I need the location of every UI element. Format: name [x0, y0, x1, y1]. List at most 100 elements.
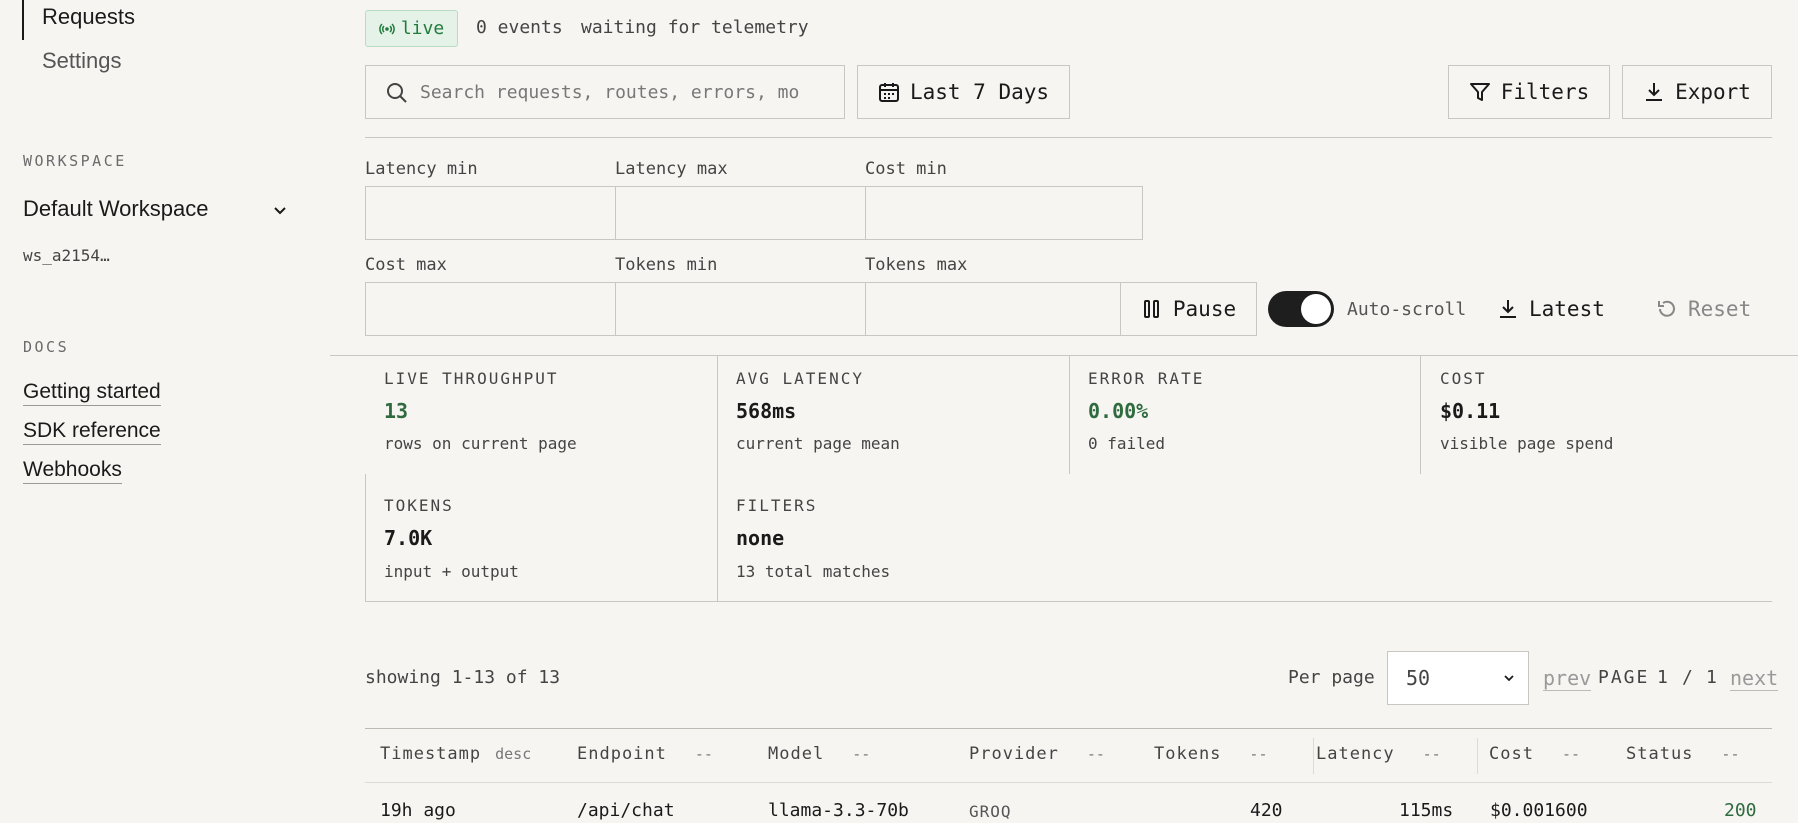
per-page-label: Per page	[1288, 667, 1375, 688]
broadcast-icon	[378, 22, 395, 35]
latency-min-label: Latency min	[365, 159, 478, 179]
filters-button[interactable]: Filters	[1448, 65, 1610, 119]
autoscroll-toggle[interactable]	[1268, 291, 1334, 327]
stat-throughput-sub: rows on current page	[384, 434, 577, 453]
pause-label: Pause	[1172, 297, 1237, 321]
stat-latency-value: 568ms	[736, 399, 797, 423]
sort-indicator: --	[1721, 745, 1740, 763]
stat-tokens-label: TOKENS	[384, 496, 454, 515]
cell-provider: GROQ	[969, 802, 1012, 821]
search-box[interactable]	[365, 65, 845, 119]
autoscroll-label: Auto-scroll	[1347, 299, 1467, 320]
stats-divider	[717, 356, 718, 601]
stats-divider	[1069, 356, 1070, 474]
column-label: Timestamp	[380, 744, 482, 764]
live-badge: live	[365, 10, 458, 47]
column-divider	[1477, 738, 1478, 774]
search-input[interactable]	[420, 81, 800, 103]
stat-error-label: ERROR RATE	[1088, 369, 1205, 388]
stat-tokens-sub: input + output	[384, 562, 519, 581]
per-page-select[interactable]: 50	[1387, 651, 1529, 705]
stat-cost-sub: visible page spend	[1440, 434, 1614, 453]
export-button[interactable]: Export	[1622, 65, 1772, 119]
column-header-timestamp[interactable]: Timestamp desc	[380, 744, 531, 764]
stat-filters-label: FILTERS	[736, 496, 818, 515]
date-range-label: Last 7 Days	[909, 80, 1050, 104]
reset-label: Reset	[1688, 297, 1752, 321]
prev-page-link[interactable]: prev	[1543, 666, 1592, 691]
latency-max-input[interactable]	[615, 186, 866, 240]
docs-link-sdk-reference[interactable]: SDK reference	[23, 419, 161, 445]
docs-link-getting-started[interactable]: Getting started	[23, 380, 161, 406]
column-label: Status	[1626, 744, 1694, 764]
column-header-cost[interactable]: Cost --	[1489, 744, 1580, 764]
tokens-max-label: Tokens max	[865, 255, 968, 275]
sort-indicator: --	[852, 745, 871, 763]
stat-tokens-value: 7.0K	[384, 526, 433, 550]
cost-min-input[interactable]	[865, 186, 1143, 240]
next-page-link[interactable]: next	[1730, 666, 1779, 691]
column-header-tokens[interactable]: Tokens --	[1154, 744, 1267, 764]
table-top-divider	[365, 728, 1772, 729]
chevron-down-icon[interactable]	[272, 202, 288, 218]
reset-button[interactable]: Reset	[1656, 297, 1751, 321]
sort-indicator: --	[694, 745, 713, 763]
pause-icon	[1143, 300, 1159, 318]
column-header-model[interactable]: Model --	[768, 744, 870, 764]
events-count: 0 events	[476, 17, 563, 38]
column-header-endpoint[interactable]: Endpoint --	[577, 744, 713, 764]
cost-max-label: Cost max	[365, 255, 447, 275]
cell-status: 200	[1724, 800, 1757, 821]
column-header-status[interactable]: Status --	[1626, 744, 1739, 764]
cell-tokens: 420	[1250, 800, 1283, 821]
calendar-icon	[878, 83, 899, 102]
column-label: Tokens	[1154, 744, 1222, 764]
toggle-knob	[1301, 294, 1331, 324]
stat-latency-sub: current page mean	[736, 434, 900, 453]
live-label: live	[400, 18, 445, 39]
page-total: 1	[1706, 667, 1717, 688]
latest-button[interactable]: Latest	[1497, 297, 1605, 321]
search-icon	[387, 83, 407, 103]
page-separator: /	[1682, 667, 1693, 688]
stats-bottom-divider	[365, 601, 1772, 602]
sort-indicator: --	[1249, 745, 1268, 763]
stat-cost-label: COST	[1440, 369, 1487, 388]
reset-icon	[1658, 300, 1675, 317]
latency-min-input[interactable]	[365, 186, 616, 240]
workspace-id: ws_a2154…	[23, 246, 110, 265]
toolbar-divider	[365, 137, 1772, 138]
sidebar-item-settings[interactable]: Settings	[42, 48, 122, 74]
stats-divider	[1420, 356, 1421, 474]
filters-label: Filters	[1500, 80, 1590, 104]
workspace-heading: WORKSPACE	[23, 152, 127, 170]
cell-timestamp: 19h ago	[380, 800, 456, 821]
stat-cost-value: $0.11	[1440, 399, 1501, 423]
docs-link-webhooks[interactable]: Webhooks	[23, 458, 122, 484]
column-label: Provider	[969, 744, 1059, 764]
stats-top-divider	[330, 355, 1798, 356]
tokens-min-input[interactable]	[615, 282, 866, 336]
cost-max-input[interactable]	[365, 282, 616, 336]
workspace-selector[interactable]: Default Workspace	[23, 196, 208, 222]
stat-error-sub: 0 failed	[1088, 434, 1166, 453]
stat-latency-label: AVG LATENCY	[736, 369, 864, 388]
telemetry-status: waiting for telemetry	[581, 17, 809, 38]
download-icon	[1500, 300, 1516, 318]
column-header-provider[interactable]: Provider --	[969, 744, 1105, 764]
latency-max-label: Latency max	[615, 159, 728, 179]
sidebar-item-requests[interactable]: Requests	[22, 0, 135, 40]
tokens-max-input[interactable]	[865, 282, 1121, 336]
date-range-button[interactable]: Last 7 Days	[857, 65, 1070, 119]
sort-indicator: desc	[495, 745, 532, 763]
column-label: Endpoint	[577, 744, 667, 764]
cost-min-label: Cost min	[865, 159, 947, 179]
latest-label: Latest	[1529, 297, 1605, 321]
tokens-min-label: Tokens min	[615, 255, 718, 275]
column-header-latency[interactable]: Latency --	[1316, 744, 1441, 764]
column-divider	[1313, 738, 1314, 774]
page-current: 1	[1657, 667, 1668, 688]
stat-throughput-value: 13	[384, 399, 409, 423]
export-label: Export	[1675, 80, 1751, 104]
pause-button[interactable]: Pause	[1120, 282, 1257, 336]
